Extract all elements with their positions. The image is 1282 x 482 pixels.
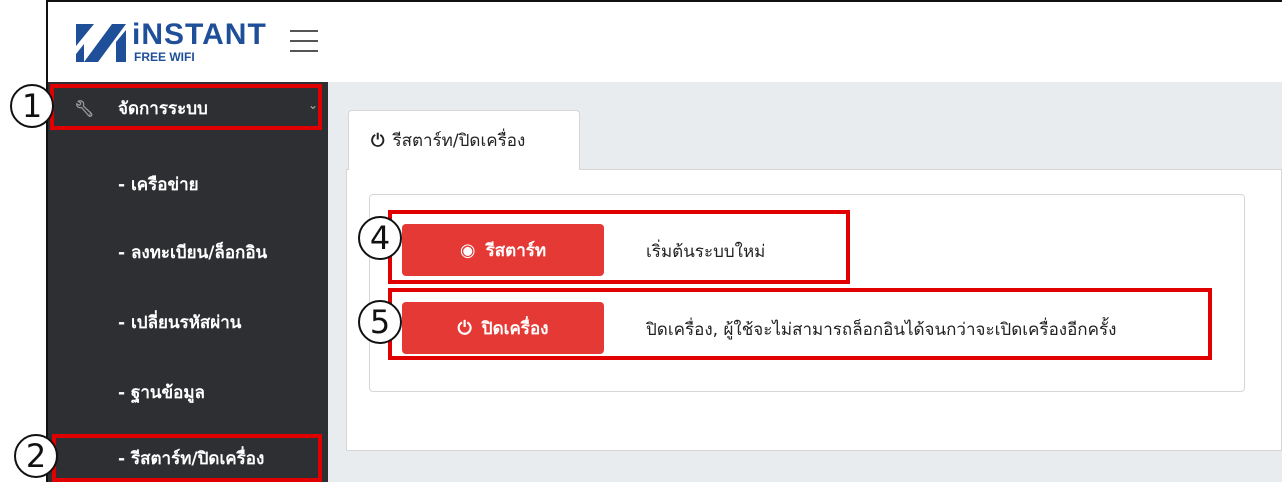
annotation-number-2: 2 [14, 434, 58, 478]
annotation-number-4: 4 [358, 216, 402, 260]
sidebar-item-label: - ลงทะเบียน/ล็อกอิน [118, 242, 268, 263]
tab-label: รีสตาร์ท/ปิดเครื่อง [392, 131, 526, 151]
brand-logo[interactable]: iNSTANT FREE WIFI [76, 20, 266, 64]
brand-title: iNSTANT [132, 18, 267, 51]
power-icon: ⏻ [371, 130, 385, 151]
highlight-box-5 [388, 288, 1212, 360]
annotation-number-1: 1 [10, 84, 54, 128]
annotation-number-5: 5 [358, 300, 402, 344]
screenshot-frame: iNSTANT FREE WIFI 🔧︎ จัดการระบบ ⌄ - เครื… [0, 0, 1282, 482]
tab-restart-shutdown[interactable]: ⏻ รีสตาร์ท/ปิดเครื่อง [348, 110, 580, 170]
sidebar: 🔧︎ จัดการระบบ ⌄ - เครือข่าย - ลงทะเบียน/… [48, 82, 328, 482]
sidebar-item-register-login[interactable]: - ลงทะเบียน/ล็อกอิน [48, 232, 328, 272]
top-bar: iNSTANT FREE WIFI [48, 2, 1282, 83]
sidebar-item-label: - เปลี่ยนรหัสผ่าน [118, 312, 242, 333]
highlight-box-4 [388, 210, 850, 284]
menu-toggle-icon[interactable] [290, 30, 318, 54]
sidebar-item-change-password[interactable]: - เปลี่ยนรหัสผ่าน [48, 302, 328, 342]
sidebar-item-network[interactable]: - เครือข่าย [48, 164, 328, 204]
highlight-box-2 [52, 434, 322, 482]
sidebar-item-database[interactable]: - ฐานข้อมูล [48, 372, 328, 412]
sidebar-item-label: - เครือข่าย [118, 174, 199, 195]
logo-mark-icon [76, 24, 126, 62]
brand-subtitle: FREE WIFI [134, 50, 195, 64]
highlight-box-1 [50, 84, 322, 130]
sidebar-item-label: - ฐานข้อมูล [118, 382, 205, 403]
